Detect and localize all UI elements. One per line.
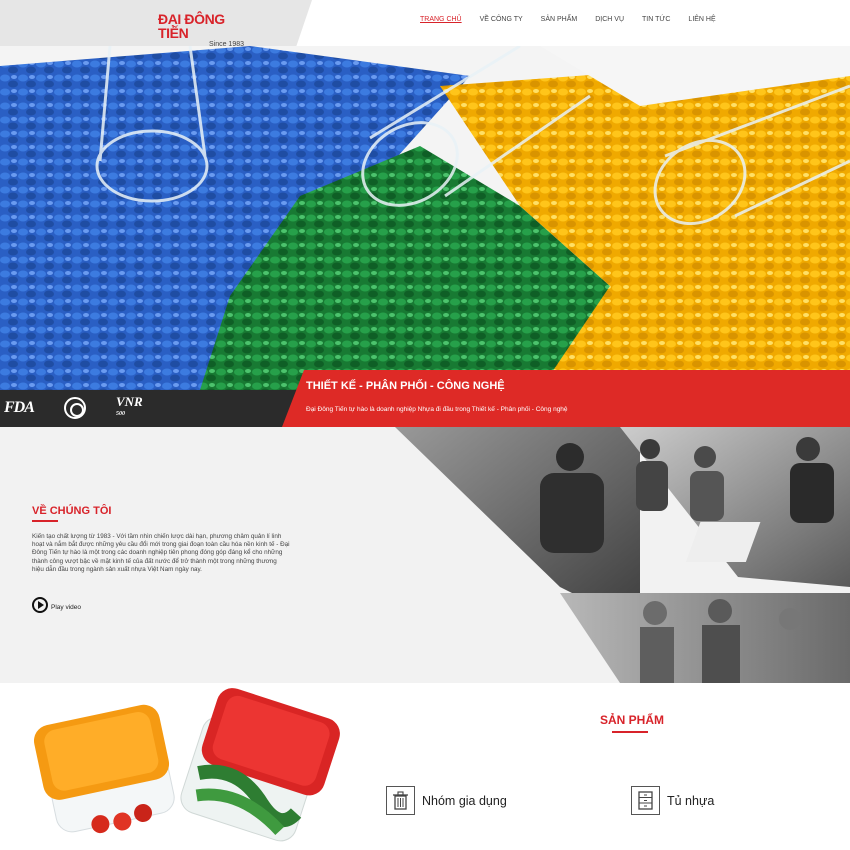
hero-image-plastic-granules <box>0 46 850 390</box>
vnr-sub-text: 500 <box>116 411 125 417</box>
fda-logo: FDA <box>4 399 35 416</box>
category-plastic-cabinet-label: Tủ nhựa <box>667 793 715 808</box>
about-title: VỀ CHÚNG TÔI <box>32 505 112 517</box>
category-household-label: Nhóm gia dụng <box>422 793 507 808</box>
about-title-underline <box>32 520 58 522</box>
nav-item-news[interactable]: Tin tức <box>642 16 679 23</box>
play-video-label: Play video <box>51 603 81 611</box>
products-title: SẢN PHẨM <box>600 713 665 727</box>
trash-bin-icon <box>386 786 415 815</box>
vnr-text: VNR <box>116 394 143 409</box>
brand-logo[interactable]: ĐẠI ĐÔNG TIẾN Since 1983 <box>158 12 250 48</box>
nav-item-about[interactable]: Về công ty <box>480 16 532 23</box>
certification-bar: FDA VNR 500 <box>0 390 300 427</box>
page: ĐẠI ĐÔNG TIẾN Since 1983 Trang chủ Về cô… <box>0 0 850 850</box>
main-nav: Trang chủ Về công ty Sản phẩm Dịch vụ Ti… <box>420 16 734 23</box>
about-description: Kiến tạo chất lượng từ 1983 - Với tầm nh… <box>32 533 290 573</box>
iso-logo-icon <box>64 397 86 419</box>
site-header: ĐẠI ĐÔNG TIẾN Since 1983 Trang chủ Về cô… <box>0 0 850 48</box>
food-container-image <box>33 688 340 842</box>
nav-item-services[interactable]: Dịch vụ <box>595 16 633 23</box>
category-plastic-cabinet[interactable]: Tủ nhựa <box>631 786 714 815</box>
category-household[interactable]: Nhóm gia dụng <box>386 786 507 815</box>
play-video-button[interactable]: Play video <box>32 597 81 613</box>
drawer-cabinet-icon <box>631 786 660 815</box>
products-title-underline <box>612 731 648 733</box>
banner-title: THIẾT KẾ - PHÂN PHỐI - CÔNG NGHỆ <box>306 380 505 392</box>
logo-background <box>0 0 312 46</box>
slogan-banner: THIẾT KẾ - PHÂN PHỐI - CÔNG NGHỆ Đại Đôn… <box>282 370 850 427</box>
about-section: VỀ CHÚNG TÔI Kiến tạo chất lượng từ 1983… <box>0 427 850 683</box>
banner-subtitle: Đại Đông Tiến tự hào là doanh nghiệp Nhự… <box>306 406 568 413</box>
vnr500-logo: VNR 500 <box>116 394 143 420</box>
play-icon <box>32 597 48 613</box>
nav-item-home[interactable]: Trang chủ <box>420 16 471 23</box>
nav-item-products[interactable]: Sản phẩm <box>541 16 587 23</box>
products-section: SẢN PHẨM Nhóm gia dụng Tủ nhựa <box>0 683 850 850</box>
brand-name: ĐẠI ĐÔNG TIẾN <box>158 11 225 41</box>
nav-item-contact[interactable]: Liên hệ <box>688 16 724 23</box>
